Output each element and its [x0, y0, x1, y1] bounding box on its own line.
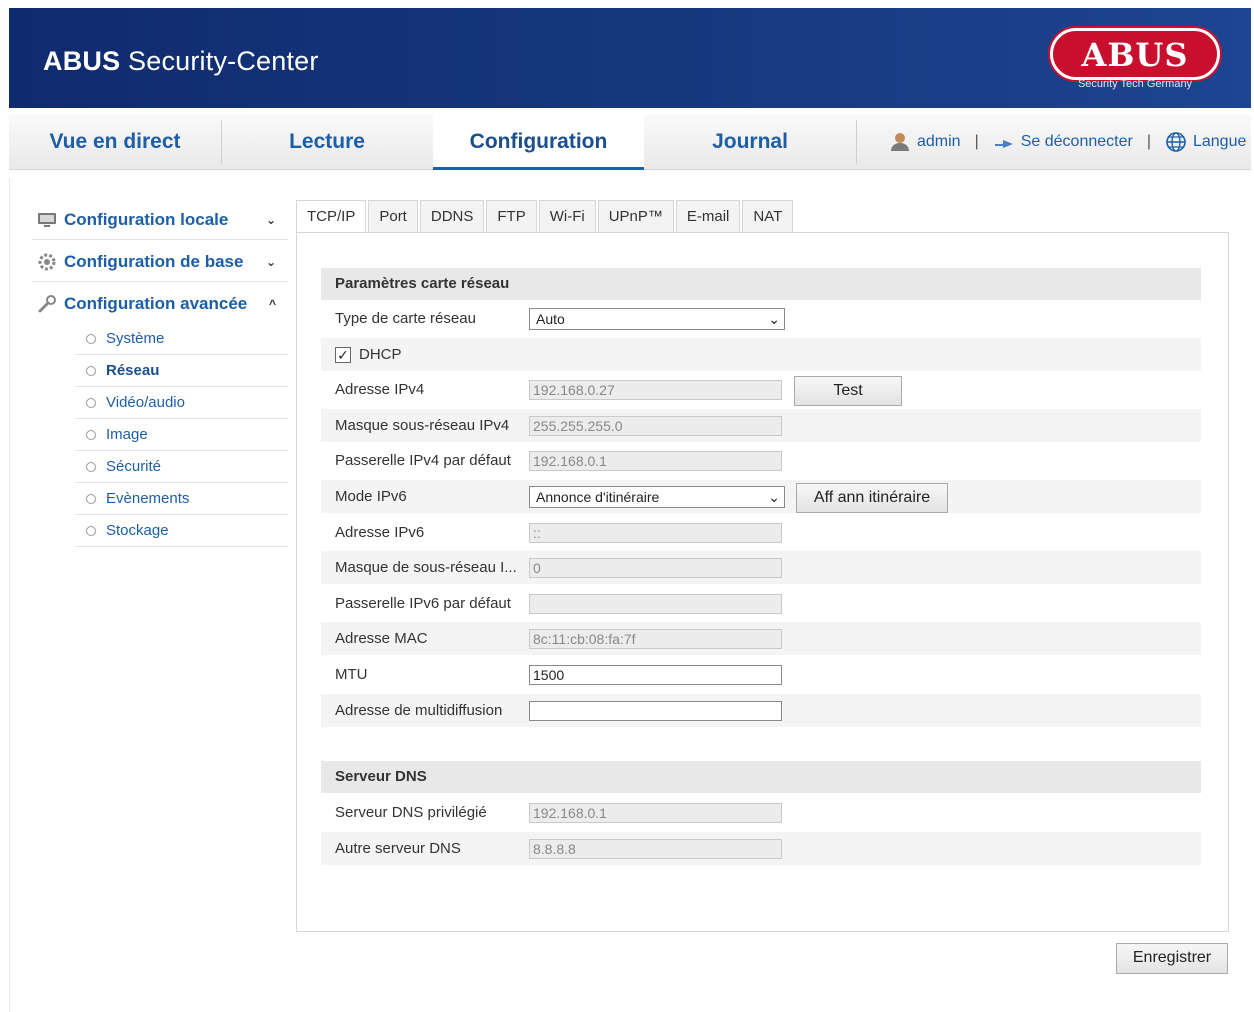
app-header: ABUS Security-Center ABUS Security Tech … [9, 8, 1251, 108]
monitor-icon [36, 209, 58, 231]
settings-tabs: TCP/IP Port DDNS FTP Wi-Fi UPnP™ E-mail … [296, 200, 795, 234]
label: Adresse IPv6 [335, 524, 425, 541]
label: Type de carte réseau [335, 310, 476, 327]
nav-tab-journal[interactable]: Journal [644, 114, 856, 170]
tab-email[interactable]: E-mail [675, 200, 741, 232]
multicast-field[interactable] [529, 701, 782, 721]
logout-link[interactable]: Se déconnecter [1021, 133, 1133, 151]
bullet-icon [86, 429, 96, 440]
ipv4-field[interactable]: 192.168.0.27 [529, 380, 782, 400]
dns-preferred-field[interactable]: 192.168.0.1 [529, 803, 782, 823]
tab-port[interactable]: Port [368, 200, 418, 232]
label: MTU [335, 666, 368, 683]
row-multicast: Adresse de multidiffusion [321, 694, 1201, 727]
nav-tab-live[interactable]: Vue en direct [9, 114, 221, 170]
nav-tab-configuration[interactable]: Configuration [433, 114, 644, 170]
sidebar-item-events[interactable]: Evènements [75, 483, 288, 515]
chevron-down-icon: ⌄ [265, 212, 276, 227]
main-nav: Vue en direct Lecture Configuration Jour… [9, 114, 1251, 170]
row-ipv4: Adresse IPv4 192.168.0.27 [321, 373, 1201, 406]
app-title: ABUS Security-Center [43, 46, 319, 76]
bullet-icon [86, 525, 96, 536]
wrench-icon [36, 293, 58, 315]
abus-logo: ABUS [1050, 28, 1220, 80]
row-dns-preferred: Serveur DNS privilégié 192.168.0.1 [321, 796, 1201, 829]
save-button[interactable]: Enregistrer [1116, 943, 1228, 974]
ipv6-mask-field[interactable]: 0 [529, 558, 782, 578]
chevron-down-icon: ⌄ [265, 254, 276, 269]
nic-type-select[interactable]: Auto ⌄ [529, 308, 785, 330]
user-icon [891, 133, 909, 151]
chevron-down-icon: ⌄ [768, 311, 780, 327]
sidebar-local-config[interactable]: Configuration locale ⌄ [32, 200, 288, 240]
tab-nat[interactable]: NAT [742, 200, 794, 232]
label: Adresse de multidiffusion [335, 702, 503, 719]
row-ipv6-mode: Mode IPv6 Annonce d'itinéraire ⌄ [321, 480, 1201, 513]
ipv4-mask-field[interactable]: 255.255.255.0 [529, 416, 782, 436]
label: Serveur DNS privilégié [335, 804, 487, 821]
tab-tcpip[interactable]: TCP/IP [296, 200, 367, 234]
row-ipv4-mask: Masque sous-réseau IPv4 255.255.255.0 [321, 409, 1201, 442]
ipv6-field[interactable]: :: [529, 523, 782, 543]
row-mac: Adresse MAC 8c:11:cb:08:fa:7f [321, 622, 1201, 655]
sidebar-advanced-config[interactable]: Configuration avancée ^ [32, 284, 288, 324]
separator: | [1146, 133, 1151, 150]
dns-alternate-field[interactable]: 8.8.8.8 [529, 839, 782, 859]
user-name[interactable]: admin [917, 133, 961, 151]
gear-icon [36, 251, 58, 273]
row-dns-alternate: Autre serveur DNS 8.8.8.8 [321, 832, 1201, 865]
row-mtu: MTU 1500 [321, 658, 1201, 691]
dhcp-label: DHCP [359, 346, 402, 363]
ipv6-mode-select[interactable]: Annonce d'itinéraire ⌄ [529, 486, 785, 508]
tab-wifi[interactable]: Wi-Fi [538, 200, 596, 232]
language-link[interactable]: Langue [1193, 133, 1246, 151]
logout-icon [994, 140, 1013, 148]
section-network: Paramètres carte réseau [321, 268, 1201, 300]
ipv6-gateway-field[interactable] [529, 594, 782, 614]
tab-ddns[interactable]: DDNS [419, 200, 485, 232]
label: Masque sous-réseau IPv4 [335, 417, 510, 434]
bullet-icon [86, 397, 96, 408]
label: Passerelle IPv6 par défaut [335, 595, 511, 612]
sidebar-item-video-audio[interactable]: Vidéo/audio [75, 387, 288, 419]
label: Autre serveur DNS [335, 840, 461, 857]
mac-field[interactable]: 8c:11:cb:08:fa:7f [529, 629, 782, 649]
route-advert-button[interactable]: Aff ann itinéraire [796, 483, 948, 513]
row-ipv4-gateway: Passerelle IPv4 par défaut 192.168.0.1 [321, 444, 1201, 477]
nav-tab-playback[interactable]: Lecture [221, 114, 433, 170]
bullet-icon [86, 365, 96, 376]
row-ipv6-gateway: Passerelle IPv6 par défaut [321, 587, 1201, 620]
bullet-icon [86, 493, 96, 504]
bullet-icon [86, 461, 96, 472]
user-area: admin | Se déconnecter | Langue [889, 114, 1246, 170]
tab-ftp[interactable]: FTP [486, 200, 537, 232]
label: Adresse IPv4 [335, 381, 425, 398]
label: Passerelle IPv4 par défaut [335, 452, 511, 469]
logo-tagline: Security Tech Germany [1077, 78, 1193, 90]
row-dhcp: ✓ DHCP [321, 338, 1201, 371]
separator: | [974, 133, 979, 150]
tab-upnp[interactable]: UPnP™ [597, 200, 674, 232]
label: Masque de sous-réseau I... [335, 559, 517, 576]
row-nic-type: Type de carte réseau Auto ⌄ [321, 302, 1201, 335]
label: Mode IPv6 [335, 488, 407, 505]
test-button[interactable]: Test [794, 376, 902, 406]
section-dns: Serveur DNS [321, 761, 1201, 793]
sidebar-item-system[interactable]: Système [75, 323, 288, 355]
sidebar-item-network[interactable]: Réseau [75, 355, 288, 387]
globe-icon [1166, 132, 1186, 152]
label: Adresse MAC [335, 630, 428, 647]
bullet-icon [86, 333, 96, 344]
sidebar-item-storage[interactable]: Stockage [75, 515, 288, 547]
mtu-field[interactable]: 1500 [529, 665, 782, 685]
sidebar-item-security[interactable]: Sécurité [75, 451, 288, 483]
row-ipv6-mask: Masque de sous-réseau I... 0 [321, 551, 1201, 584]
sidebar-basic-config[interactable]: Configuration de base ⌄ [32, 242, 288, 282]
dhcp-checkbox[interactable]: ✓ [335, 347, 351, 363]
sidebar-item-image[interactable]: Image [75, 419, 288, 451]
chevron-up-icon: ^ [268, 297, 276, 311]
ipv4-gateway-field[interactable]: 192.168.0.1 [529, 451, 782, 471]
row-ipv6: Adresse IPv6 :: [321, 516, 1201, 549]
chevron-down-icon: ⌄ [768, 489, 780, 505]
